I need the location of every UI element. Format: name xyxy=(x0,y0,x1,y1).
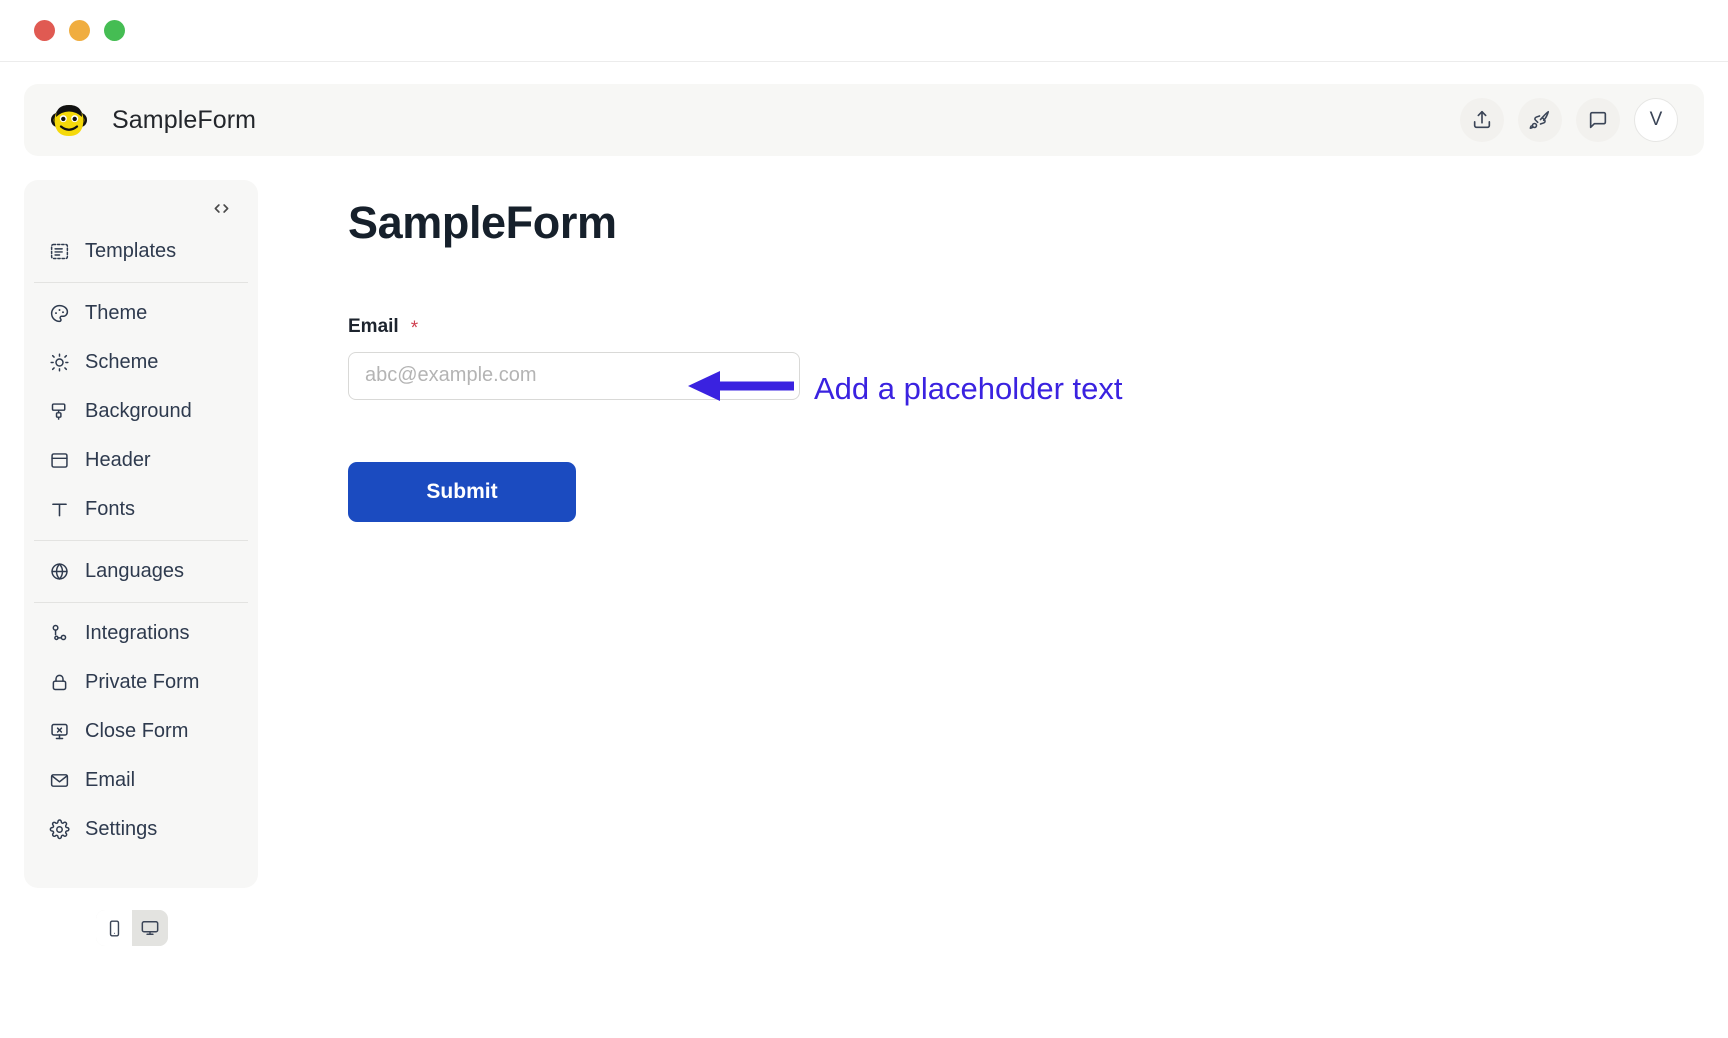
form-canvas: SampleForm Email * Submit Add a placehol… xyxy=(258,180,1704,522)
desktop-icon[interactable] xyxy=(132,910,168,946)
sidebar-item-email[interactable]: Email xyxy=(40,756,242,805)
window-close-button[interactable] xyxy=(34,20,55,41)
typography-icon xyxy=(48,499,70,521)
nav-group-languages: Languages xyxy=(24,547,258,596)
sidebar-item-label: Languages xyxy=(85,560,184,582)
sidebar-item-label: Close Form xyxy=(85,720,189,742)
gear-icon xyxy=(48,819,70,841)
header-layout-icon xyxy=(48,450,70,472)
page-title: SampleForm xyxy=(348,197,617,248)
sidebar-divider xyxy=(34,282,248,283)
sidebar-item-header[interactable]: Header xyxy=(40,436,242,485)
mobile-icon[interactable] xyxy=(96,910,132,946)
avatar[interactable]: V xyxy=(1634,98,1678,142)
brightness-icon xyxy=(48,352,70,374)
sidebar-item-templates[interactable]: Templates xyxy=(40,227,242,276)
sidebar-item-integrations[interactable]: Integrations xyxy=(40,609,242,658)
sidebar-top xyxy=(24,192,258,227)
sidebar-item-label: Theme xyxy=(85,302,148,324)
sidebar-divider xyxy=(34,540,248,541)
sidebar-item-languages[interactable]: Languages xyxy=(40,547,242,596)
brand: SampleForm xyxy=(48,99,1440,141)
sidebar-item-label: Background xyxy=(85,400,192,422)
device-toggle-row xyxy=(24,888,258,946)
window-zoom-button[interactable] xyxy=(104,20,125,41)
sidebar-item-label: Scheme xyxy=(85,351,159,373)
header-actions: V xyxy=(1460,98,1678,142)
integrations-icon xyxy=(48,623,70,645)
sidebar-item-label: Settings xyxy=(85,818,158,840)
device-toggle xyxy=(96,910,168,946)
nav-group-templates: Templates xyxy=(24,227,258,276)
required-asterisk: * xyxy=(410,317,419,339)
app-header: SampleForm V xyxy=(24,84,1704,156)
sidebar-item-fonts[interactable]: Fonts xyxy=(40,485,242,534)
sidebar-item-label: Integrations xyxy=(85,622,190,644)
nav-group-appearance: Theme Scheme Background Header Fonts xyxy=(24,289,258,534)
nav-group-advanced: Integrations Private Form Close Form Ema… xyxy=(24,609,258,854)
monkey-face-logo-icon xyxy=(48,99,90,141)
annotation-label: Add a placeholder text xyxy=(814,370,1123,406)
sidebar-item-background[interactable]: Background xyxy=(40,387,242,436)
monitor-close-icon xyxy=(48,721,70,743)
sidebar-item-settings[interactable]: Settings xyxy=(40,805,242,854)
sidebar-wrap: Templates Theme Scheme Background Header… xyxy=(24,180,258,946)
code-brackets-icon[interactable] xyxy=(211,198,232,219)
paint-roller-icon xyxy=(48,401,70,423)
app-shell: SampleForm V Templates Theme Scheme Back… xyxy=(0,62,1728,1038)
sidebar-item-label: Email xyxy=(85,769,136,791)
sidebar-item-theme[interactable]: Theme xyxy=(40,289,242,338)
sidebar-item-private-form[interactable]: Private Form xyxy=(40,658,242,707)
sidebar-divider xyxy=(34,602,248,603)
envelope-icon xyxy=(48,770,70,792)
window-minimize-button[interactable] xyxy=(69,20,90,41)
field-label: Email xyxy=(348,315,399,337)
chat-bubble-icon[interactable] xyxy=(1576,98,1620,142)
share-upload-icon[interactable] xyxy=(1460,98,1504,142)
left-arrow-icon xyxy=(686,366,796,411)
sidebar-item-scheme[interactable]: Scheme xyxy=(40,338,242,387)
sidebar-item-close-form[interactable]: Close Form xyxy=(40,707,242,756)
app-body: Templates Theme Scheme Background Header… xyxy=(24,180,1704,946)
window-titlebar xyxy=(0,0,1728,62)
sidebar-item-label: Header xyxy=(85,449,151,471)
lock-icon xyxy=(48,672,70,694)
sidebar: Templates Theme Scheme Background Header… xyxy=(24,180,258,888)
templates-icon xyxy=(48,241,70,263)
sidebar-item-label: Fonts xyxy=(85,498,136,520)
field-label-row: Email * xyxy=(348,316,1704,338)
submit-button[interactable]: Submit xyxy=(348,461,576,522)
globe-icon xyxy=(48,561,70,583)
app-title: SampleForm xyxy=(112,105,257,134)
sidebar-item-label: Private Form xyxy=(85,671,200,693)
rocket-publish-icon[interactable] xyxy=(1518,98,1562,142)
annotation-callout: Add a placeholder text xyxy=(686,366,1123,411)
palette-icon xyxy=(48,303,70,325)
sidebar-item-label: Templates xyxy=(85,240,177,262)
